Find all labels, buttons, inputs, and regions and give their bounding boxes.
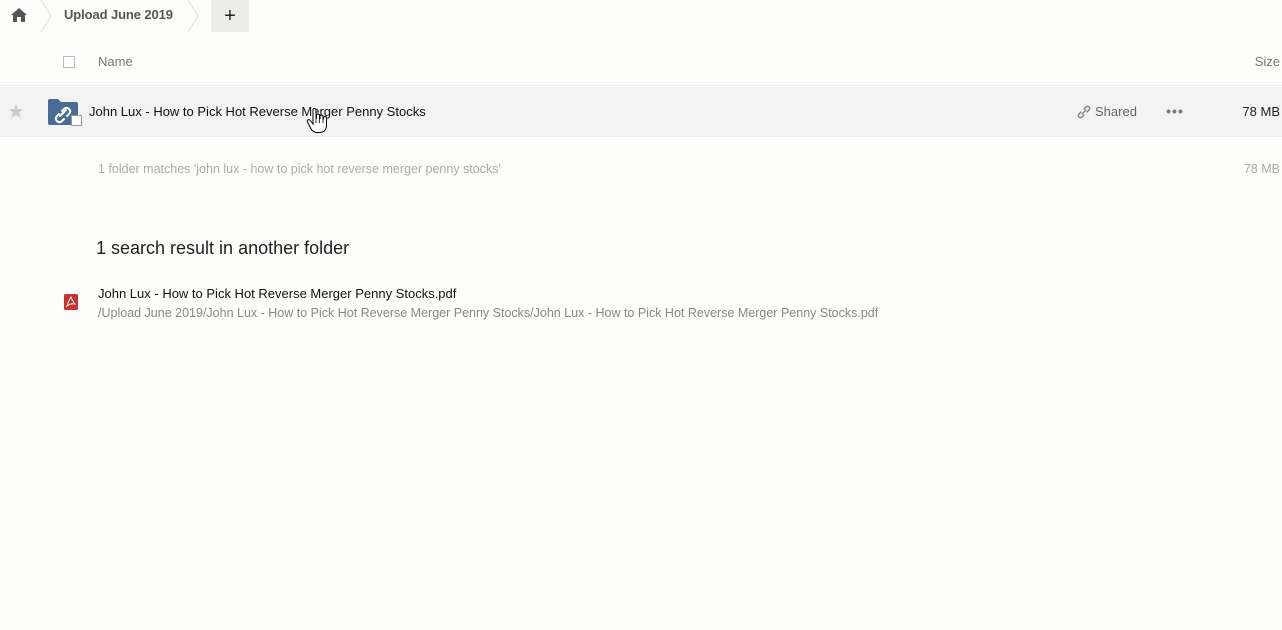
file-name[interactable]: John Lux - How to Pick Hot Reverse Merge… [89, 104, 426, 119]
breadcrumb-separator-icon [40, 0, 52, 32]
filter-summary: 1 folder matches 'john lux - how to pick… [98, 162, 501, 176]
search-result-item[interactable]: John Lux - How to Pick Hot Reverse Merge… [0, 283, 1282, 327]
breadcrumb-folder[interactable]: Upload June 2019 [64, 7, 173, 22]
home-crumb[interactable] [0, 0, 38, 30]
ellipsis-icon: ••• [1166, 103, 1184, 119]
row-checkbox[interactable] [71, 115, 82, 126]
pdf-icon [64, 294, 78, 310]
add-button[interactable]: + [211, 0, 249, 32]
column-name-header[interactable]: Name [98, 54, 133, 69]
column-size-header[interactable]: Size [1255, 54, 1280, 69]
search-result-path: /Upload June 2019/John Lux - How to Pick… [98, 306, 879, 320]
star-icon[interactable] [8, 103, 24, 119]
shared-button[interactable]: Shared [1077, 104, 1137, 119]
summary-size: 78 MB [1243, 162, 1280, 176]
search-result-name[interactable]: John Lux - How to Pick Hot Reverse Merge… [98, 286, 456, 301]
table-row[interactable]: John Lux - How to Pick Hot Reverse Merge… [0, 87, 1282, 137]
breadcrumb-separator-icon [187, 0, 199, 32]
home-icon [11, 8, 27, 22]
select-all-checkbox[interactable] [63, 56, 75, 68]
breadcrumb: Upload June 2019 + [0, 0, 1282, 34]
plus-icon: + [224, 5, 236, 27]
shared-label: Shared [1095, 104, 1137, 119]
other-results-heading: 1 search result in another folder [96, 238, 350, 258]
link-icon [1077, 105, 1091, 118]
file-list-header: Name Size [0, 38, 1282, 86]
more-actions-button[interactable]: ••• [1164, 101, 1186, 121]
file-size: 78 MB [1242, 104, 1280, 119]
